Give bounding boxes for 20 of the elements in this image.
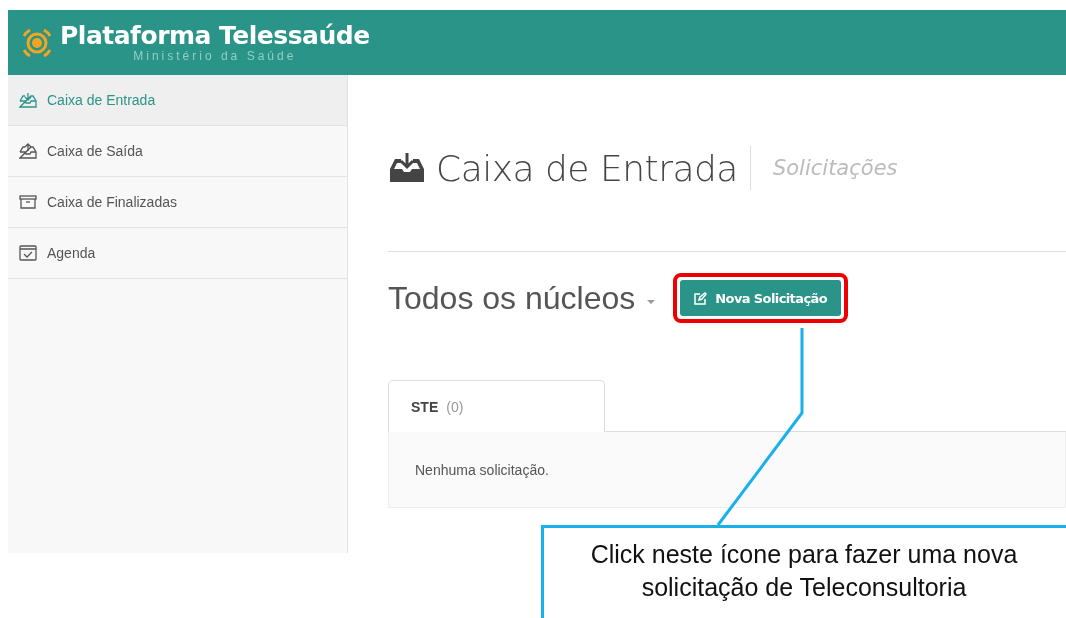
archive-box-icon (19, 194, 37, 210)
sidebar-item[interactable]: Caixa de Saída (8, 126, 347, 177)
count-label: (0) (446, 398, 464, 415)
app-subtitle: Ministério da Saúde (133, 50, 297, 63)
page-subtitle: Solicitações (772, 156, 898, 180)
page-title: Caixa de Entrada (436, 147, 738, 189)
sidebar-item[interactable]: Agenda (8, 228, 347, 279)
empty-message: Nenhuma solicitação. (388, 432, 1066, 508)
callout-text: Click neste ícone para fazer uma nova solicitação de Teleconsultoria (541, 525, 1066, 618)
inbox-download-icon (19, 92, 37, 108)
caret-icon (647, 300, 656, 304)
filter-dropdown[interactable]: Todos os núcleos (388, 279, 656, 317)
app-title: Plataforma Telessaúde (60, 22, 370, 50)
calendar-check-icon (19, 245, 37, 261)
tab[interactable]: STE (0) (388, 380, 605, 432)
new-request-button[interactable]: Nova Solicitação (680, 280, 841, 316)
edit-icon (694, 291, 708, 305)
sidebar-item[interactable]: Caixa de Finalizadas (8, 177, 347, 228)
inbox-upload-icon (19, 143, 37, 159)
inbox-download-icon (388, 153, 426, 183)
